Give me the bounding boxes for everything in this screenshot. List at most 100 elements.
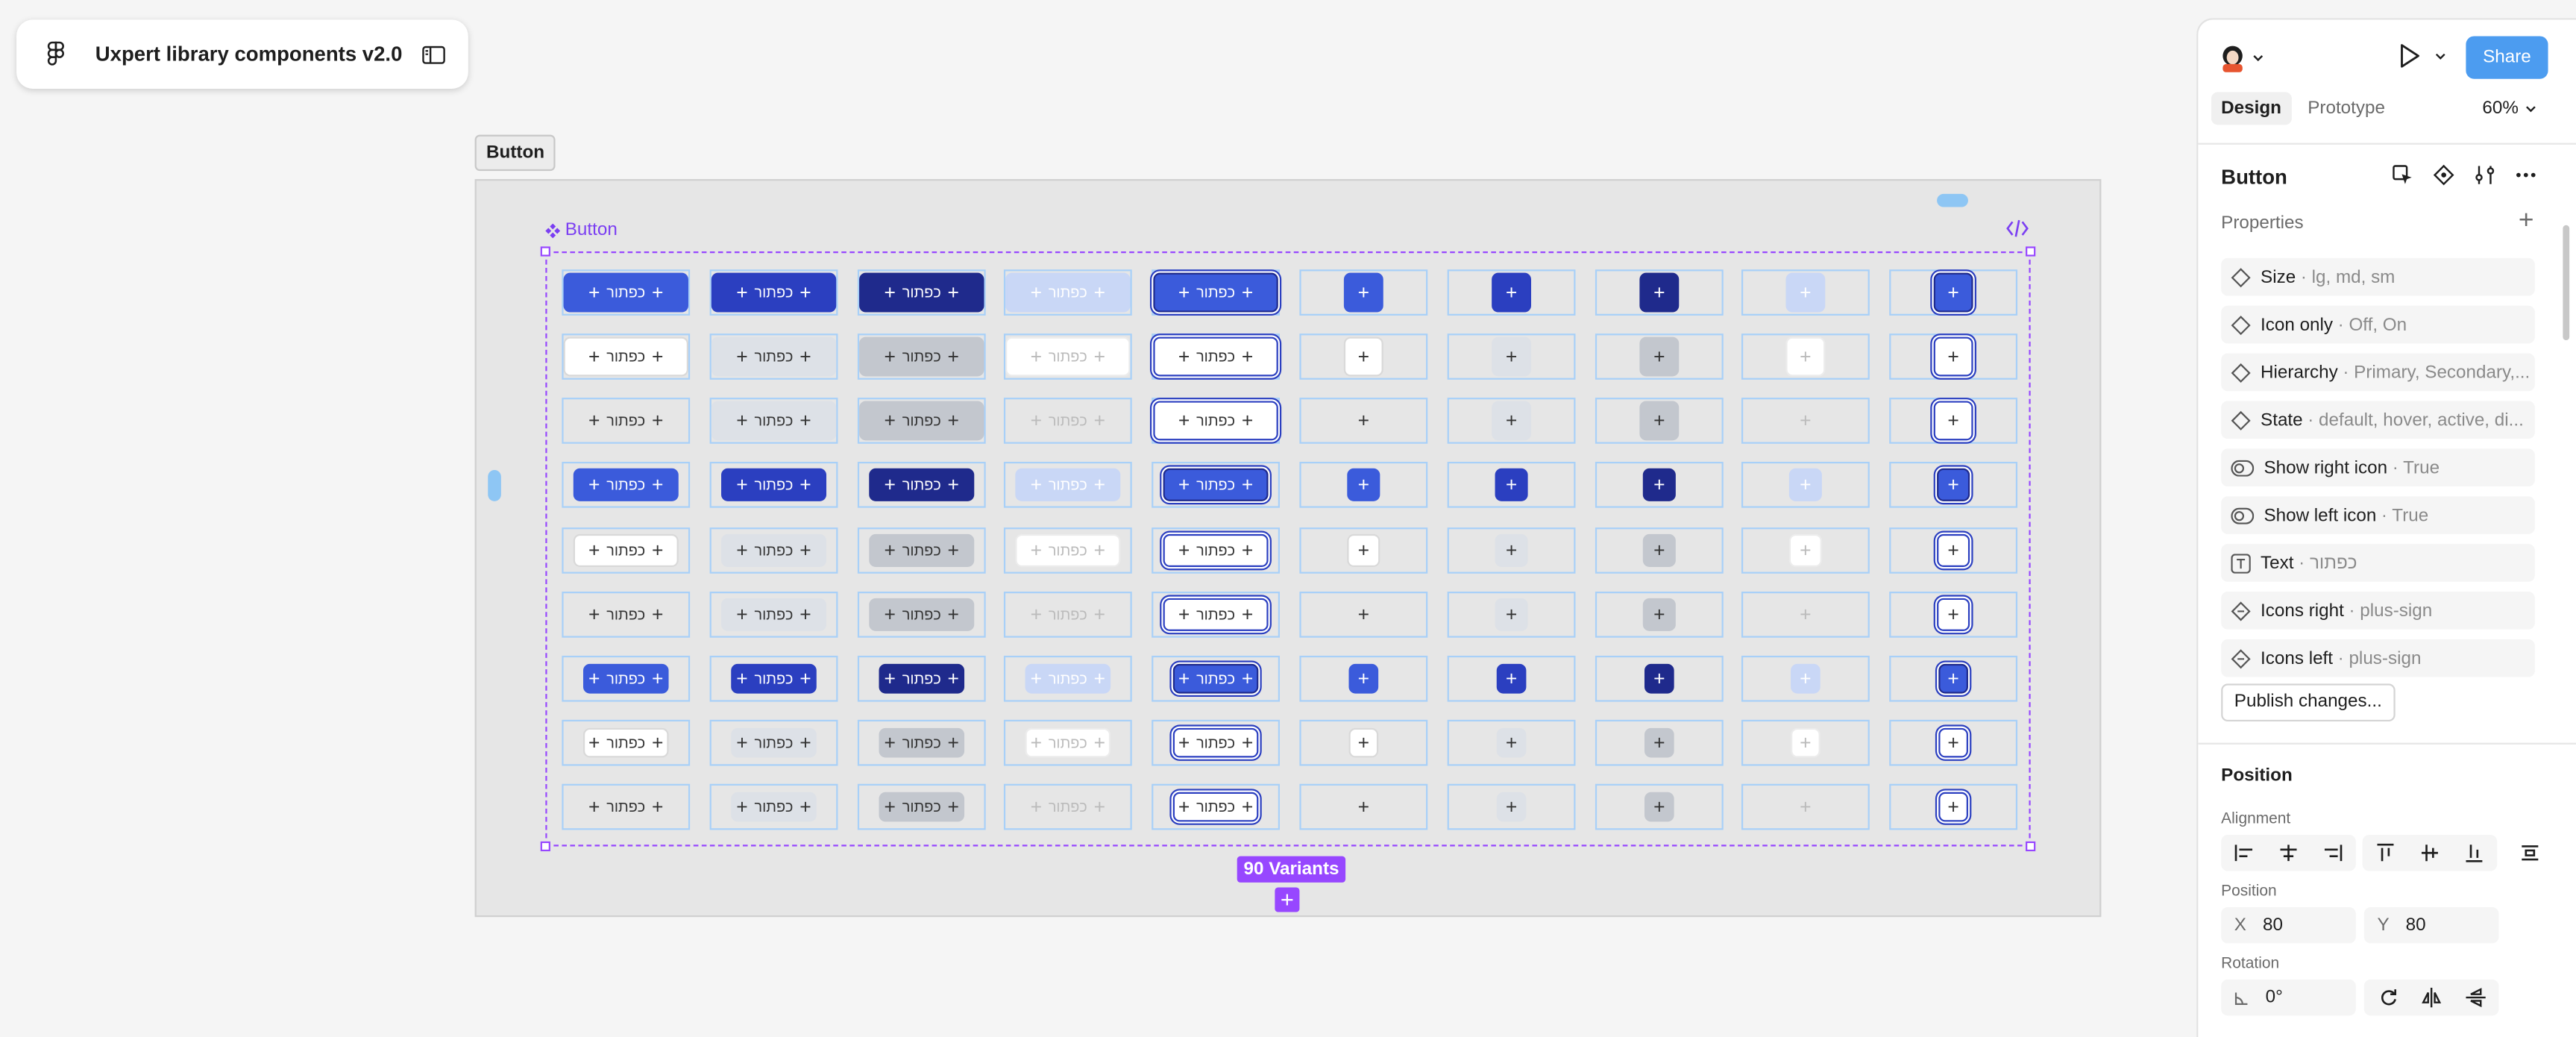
variant-button[interactable]: + כפתור + xyxy=(573,468,679,501)
variant-cell[interactable]: + xyxy=(1889,719,2018,766)
icon-only-button[interactable]: + xyxy=(1938,792,1968,822)
icon-only-button[interactable]: + xyxy=(1348,727,1379,758)
variant-cell[interactable]: + כפתור + xyxy=(857,398,986,444)
icon-only-button[interactable]: + xyxy=(1644,727,1674,758)
variant-cell[interactable]: + כפתור + xyxy=(1152,461,1280,508)
variant-button[interactable]: + כפתור + xyxy=(1163,598,1269,631)
y-position-input[interactable]: Y 80 xyxy=(2363,906,2499,944)
icon-only-button[interactable]: + xyxy=(1791,792,1821,822)
icon-only-button[interactable]: + xyxy=(1937,533,1970,567)
variant-cell[interactable]: + xyxy=(1741,592,1870,638)
variant-cell[interactable]: + כפתור + xyxy=(1003,719,1132,766)
variant-cell[interactable]: + xyxy=(1447,655,1576,702)
variant-button[interactable]: + כפתור + xyxy=(869,598,975,631)
variant-cell[interactable]: + xyxy=(1447,333,1576,380)
icon-only-button[interactable]: + xyxy=(1347,533,1380,567)
variant-cell[interactable]: + כפתור + xyxy=(1152,527,1280,574)
panel-scrollbar[interactable] xyxy=(2563,225,2570,340)
icon-only-button[interactable]: + xyxy=(1347,468,1380,501)
variant-cell[interactable]: + כפתור + xyxy=(1003,655,1132,702)
variant-button[interactable]: + כפתור + xyxy=(573,533,679,567)
variant-cell[interactable]: + כפתור + xyxy=(1003,783,1132,830)
icon-only-button[interactable]: + xyxy=(1496,727,1527,758)
variant-cell[interactable]: + כפתור + xyxy=(857,269,986,316)
figma-logo-icon[interactable] xyxy=(46,41,66,67)
icon-only-button[interactable]: + xyxy=(1937,468,1970,501)
variant-cell[interactable]: + xyxy=(1299,398,1428,444)
property-row[interactable]: Size · lg, md, sm xyxy=(2221,257,2535,296)
variant-cell[interactable]: + כפתור + xyxy=(562,655,691,702)
icon-only-button[interactable]: + xyxy=(1344,401,1383,440)
icon-only-button[interactable]: + xyxy=(1644,663,1674,694)
variant-cell[interactable]: + xyxy=(1889,333,2018,380)
variant-cell[interactable]: + כפתור + xyxy=(1003,461,1132,508)
icon-only-button[interactable]: + xyxy=(1933,272,1973,313)
variant-cell[interactable]: + xyxy=(1741,527,1870,574)
variant-button[interactable]: + כפתור + xyxy=(869,533,975,567)
variant-cell[interactable]: + xyxy=(1889,527,2018,574)
variant-cell[interactable]: + xyxy=(1741,655,1870,702)
variant-cell[interactable]: + כפתור + xyxy=(1152,719,1280,766)
variant-cell[interactable]: + כפתור + xyxy=(857,719,986,766)
icon-only-button[interactable]: + xyxy=(1639,336,1680,377)
variant-button[interactable]: + כפתור + xyxy=(879,663,965,694)
variant-cell[interactable]: + כפתור + xyxy=(709,527,838,574)
variant-cell[interactable]: + xyxy=(1595,269,1724,316)
variant-cell[interactable]: + כפתור + xyxy=(562,719,691,766)
variant-cell[interactable]: + כפתור + xyxy=(562,269,691,316)
sidebar-toggle-icon[interactable] xyxy=(422,45,445,63)
variant-cell[interactable]: + כפתור + xyxy=(857,333,986,380)
icon-only-button[interactable]: + xyxy=(1495,598,1528,631)
variant-cell[interactable]: + כפתור + xyxy=(562,333,691,380)
icon-only-button[interactable]: + xyxy=(1496,792,1527,822)
frame-label[interactable]: Button xyxy=(474,134,556,172)
variant-cell[interactable]: + xyxy=(1595,527,1724,574)
variant-button[interactable]: + כפתור + xyxy=(1025,727,1111,758)
selection-handle[interactable] xyxy=(2026,841,2036,852)
icon-only-button[interactable]: + xyxy=(1788,468,1822,501)
add-property-icon[interactable]: + xyxy=(2519,207,2534,237)
icon-only-button[interactable]: + xyxy=(1785,336,1826,377)
icon-only-button[interactable]: + xyxy=(1791,727,1821,758)
variant-cell[interactable]: + כפתור + xyxy=(562,527,691,574)
variant-cell[interactable]: + xyxy=(1299,527,1428,574)
variant-button[interactable]: + כפתור + xyxy=(1025,663,1111,694)
variant-cell[interactable]: + כפתור + xyxy=(1003,269,1132,316)
property-row[interactable]: Text · כפתור xyxy=(2221,544,2535,582)
icon-only-button[interactable]: + xyxy=(1937,598,1970,631)
variant-cell[interactable]: + כפתור + xyxy=(1152,398,1280,444)
variant-cell[interactable]: + כפתור + xyxy=(562,398,691,444)
icon-only-button[interactable]: + xyxy=(1938,663,1968,694)
variant-cell[interactable]: + כפתור + xyxy=(857,783,986,830)
variant-button[interactable]: + כפתור + xyxy=(731,663,817,694)
selection-handle[interactable] xyxy=(540,841,550,852)
variant-button[interactable]: + כפתור + xyxy=(574,598,679,631)
icon-only-button[interactable]: + xyxy=(1938,727,1968,758)
variant-cell[interactable]: + xyxy=(1299,719,1428,766)
variant-button[interactable]: + כפתור + xyxy=(1153,401,1278,441)
variant-cell[interactable]: + xyxy=(1299,655,1428,702)
variant-button[interactable]: + כפתור + xyxy=(563,272,688,313)
frame-resize-handle-top[interactable] xyxy=(1937,193,1968,207)
icon-only-button[interactable]: + xyxy=(1785,272,1826,313)
variant-cell[interactable]: + כפתור + xyxy=(1003,592,1132,638)
icon-only-button[interactable]: + xyxy=(1495,468,1528,501)
selection-handle[interactable] xyxy=(540,246,550,257)
variant-cell[interactable]: + xyxy=(1741,269,1870,316)
icon-only-button[interactable]: + xyxy=(1639,272,1680,313)
icon-only-button[interactable]: + xyxy=(1343,336,1383,377)
align-top-icon[interactable] xyxy=(2366,835,2405,871)
variant-button[interactable]: + כפתור + xyxy=(1172,663,1259,694)
variant-button[interactable]: + כפתור + xyxy=(869,468,975,501)
align-middle-icon[interactable] xyxy=(2410,835,2450,871)
property-row[interactable]: State · default, hover, active, di... xyxy=(2221,401,2535,439)
rotation-input[interactable]: 0° xyxy=(2221,979,2356,1016)
variant-button[interactable]: + כפתור + xyxy=(1015,598,1120,631)
variant-cell[interactable]: + xyxy=(1595,592,1724,638)
variant-cell[interactable]: + כפתור + xyxy=(709,719,838,766)
variant-cell[interactable]: + כפתור + xyxy=(1152,783,1280,830)
variant-button[interactable]: + כפתור + xyxy=(731,792,817,822)
variant-button[interactable]: + כפתור + xyxy=(721,598,827,631)
icon-only-button[interactable]: + xyxy=(1496,663,1527,694)
variant-button[interactable]: + כפתור + xyxy=(711,336,837,377)
